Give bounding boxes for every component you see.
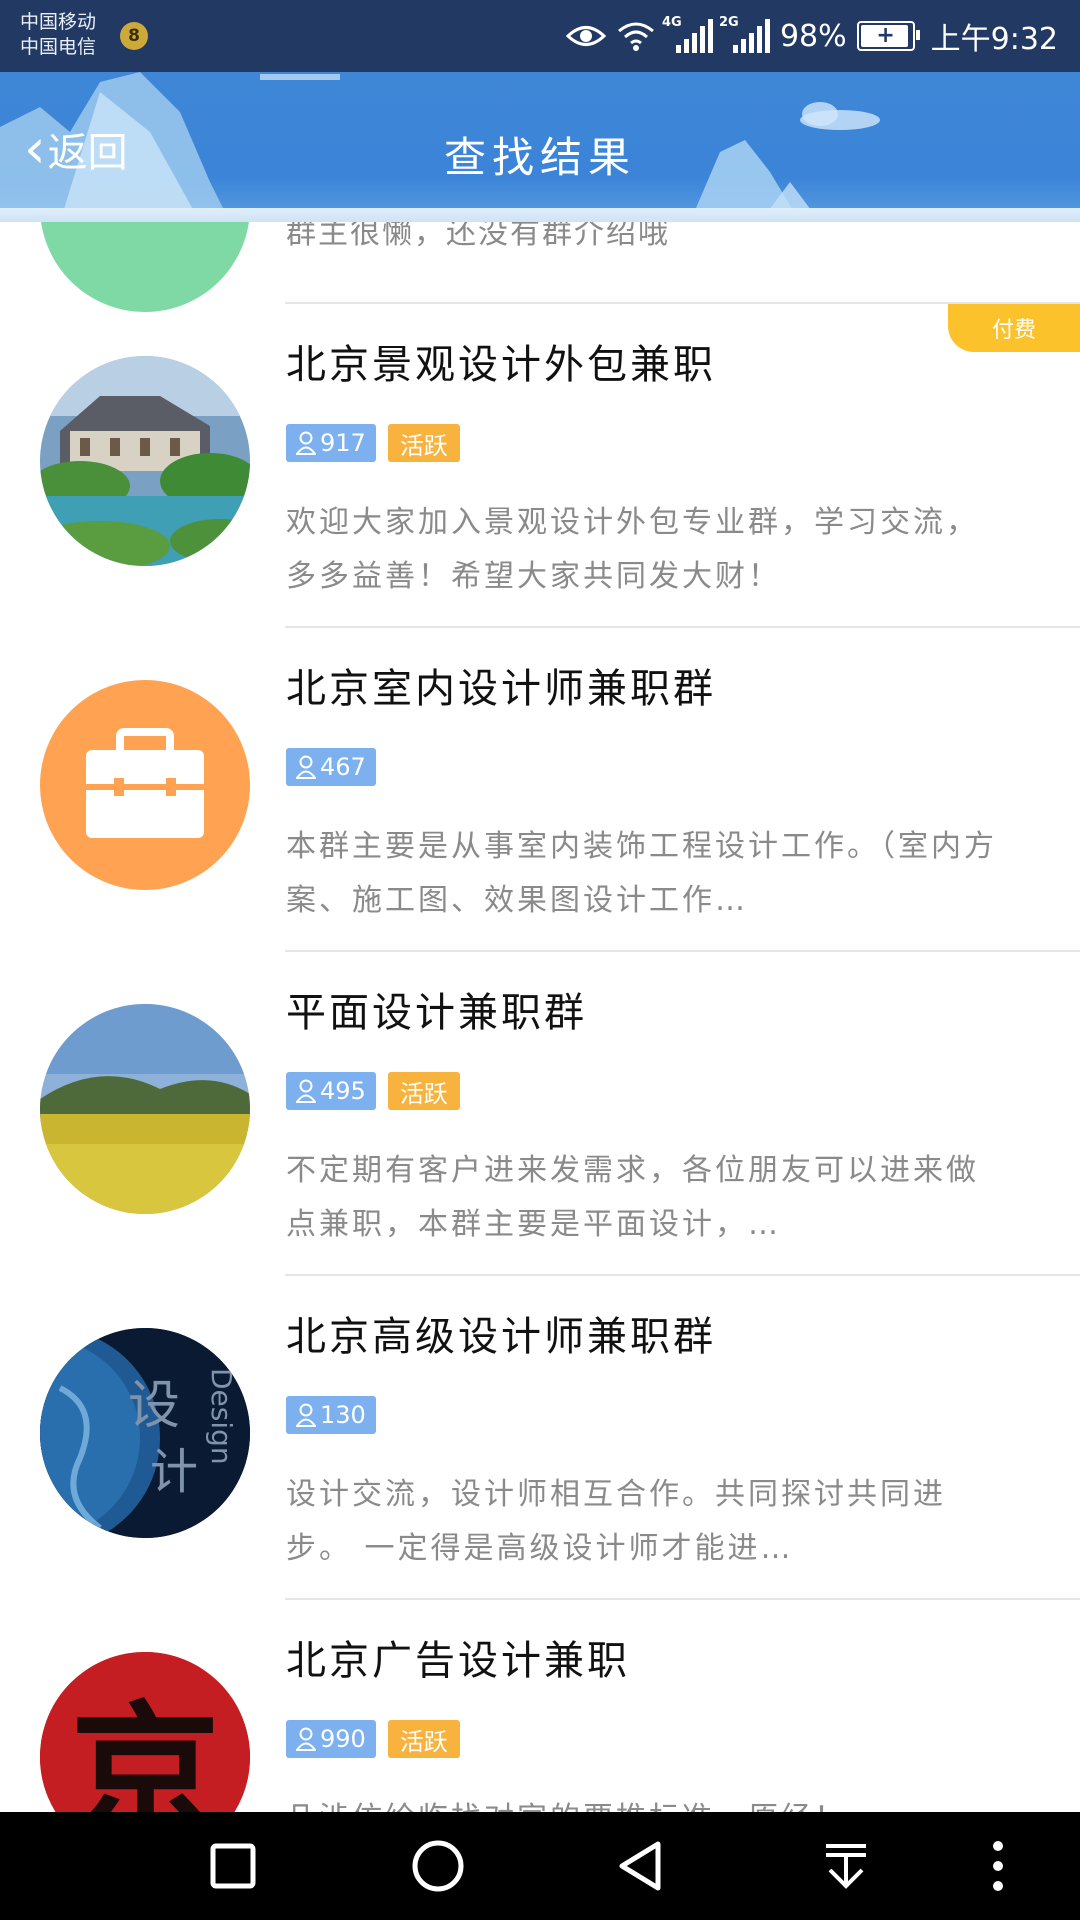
member-count-badge: 130 [286, 1396, 376, 1434]
user-icon [296, 755, 316, 779]
group-desc: 不定期有客户进来发需求，各位朋友可以进来做点兼职，本群主要是平面设计，… [286, 1153, 979, 1242]
group-desc: 设计交流，设计师相互合作。共同探讨共同进步。 一定得是高级设计师才能进… [286, 1477, 946, 1566]
user-icon [296, 1079, 316, 1103]
avatar: 设 计 Design [40, 1328, 250, 1538]
list-item-partial[interactable]: 群主很懒，还没有群介绍哦 [0, 222, 1080, 312]
member-count-badge: 990 [286, 1720, 376, 1758]
header-bar: ‹ 返回 查找结果 [0, 72, 1080, 222]
clock: 上午9:32 [930, 22, 1058, 57]
group-desc: 本群主要是从事室内装饰工程设计工作。（室内方案、施工图、效果图设计工作… [286, 829, 997, 918]
item-desc: 群主很懒，还没有群介绍哦 [286, 222, 670, 251]
active-badge: 活跃 [387, 424, 460, 462]
avatar-text: Design [205, 1368, 238, 1465]
recent-apps-button[interactable] [205, 1838, 261, 1894]
home-button[interactable] [410, 1838, 466, 1894]
group-name: 北京广告设计兼职 [286, 1638, 630, 1684]
avatar [40, 680, 250, 890]
member-count-badge: 467 [286, 748, 376, 786]
list-item[interactable]: 京 北京广告设计兼职 990 活跃 凡涉仿绘临找对宣的要推标准，原经！ [0, 1598, 1080, 1812]
avatar: 京 [40, 1652, 250, 1812]
group-desc: 凡涉仿绘临找对宣的要推标准，原经！ [286, 1792, 1006, 1812]
carrier-1: 中国移动 [20, 11, 97, 33]
carrier-info: 中国移动 中国电信 [20, 10, 96, 60]
member-count-badge: 917 [286, 424, 376, 462]
status-bar: 中国移动 中国电信 8 4G 2G 98% + 上午9:32 [0, 0, 1080, 72]
battery-percent: 98% [779, 18, 847, 54]
user-icon [296, 431, 316, 455]
briefcase-icon [86, 728, 204, 838]
more-options-icon[interactable] [970, 1838, 1026, 1894]
avatar [40, 222, 250, 312]
signal-2g-icon: 2G [719, 15, 770, 53]
avatar-text: 京 [70, 1687, 220, 1812]
group-name: 北京景观设计外包兼职 [286, 342, 716, 388]
member-count-badge: 495 [286, 1072, 376, 1110]
active-badge: 活跃 [387, 1072, 460, 1110]
notification-pulldown-button[interactable] [818, 1838, 874, 1894]
eye-icon [565, 26, 606, 46]
carrier-2: 中国电信 [20, 36, 97, 58]
page-title: 查找结果 [443, 133, 636, 182]
notification-badge: 8 [120, 22, 148, 50]
avatar [40, 1004, 250, 1214]
group-name: 北京室内设计师兼职群 [286, 666, 716, 712]
active-badge: 活跃 [387, 1720, 460, 1758]
user-icon [296, 1727, 316, 1751]
user-icon [296, 1403, 316, 1427]
group-name: 平面设计兼职群 [286, 990, 587, 1036]
battery-icon: + [856, 21, 920, 51]
list-item[interactable]: 北京室内设计师兼职群 467 本群主要是从事室内装饰工程设计工作。（室内方案、施… [0, 626, 1080, 950]
status-icons: 4G 2G 98% + 上午9:32 [565, 12, 1058, 60]
group-desc: 欢迎大家加入景观设计外包专业群，学习交流，多多益善！希望大家共同发大财！ [286, 505, 979, 594]
avatar-text: 设 [128, 1376, 180, 1436]
wifi-icon [617, 22, 654, 51]
signal-4g-icon: 4G [662, 15, 713, 53]
avatar-text: 计 [150, 1444, 198, 1500]
list-item[interactable]: 平面设计兼职群 495 活跃 不定期有客户进来发需求，各位朋友可以进来做点兼职，… [0, 950, 1080, 1274]
avatar [40, 356, 250, 566]
back-nav-button[interactable] [614, 1838, 670, 1894]
result-list: 群主很懒，还没有群介绍哦 付费 北京景观设计外包兼职 917 活跃 欢迎大家加入… [0, 222, 1080, 1812]
paid-badge: 付费 [948, 304, 1080, 352]
system-nav-bar [0, 1812, 1080, 1920]
list-item[interactable]: 设 计 Design 北京高级设计师兼职群 130 设计交流，设计师相互合作。共… [0, 1274, 1080, 1598]
list-item[interactable]: 付费 北京景观设计外包兼职 917 活跃 欢迎大家加入景观设计外包专业群，学习交… [0, 302, 1080, 626]
group-name: 北京高级设计师兼职群 [286, 1314, 716, 1360]
